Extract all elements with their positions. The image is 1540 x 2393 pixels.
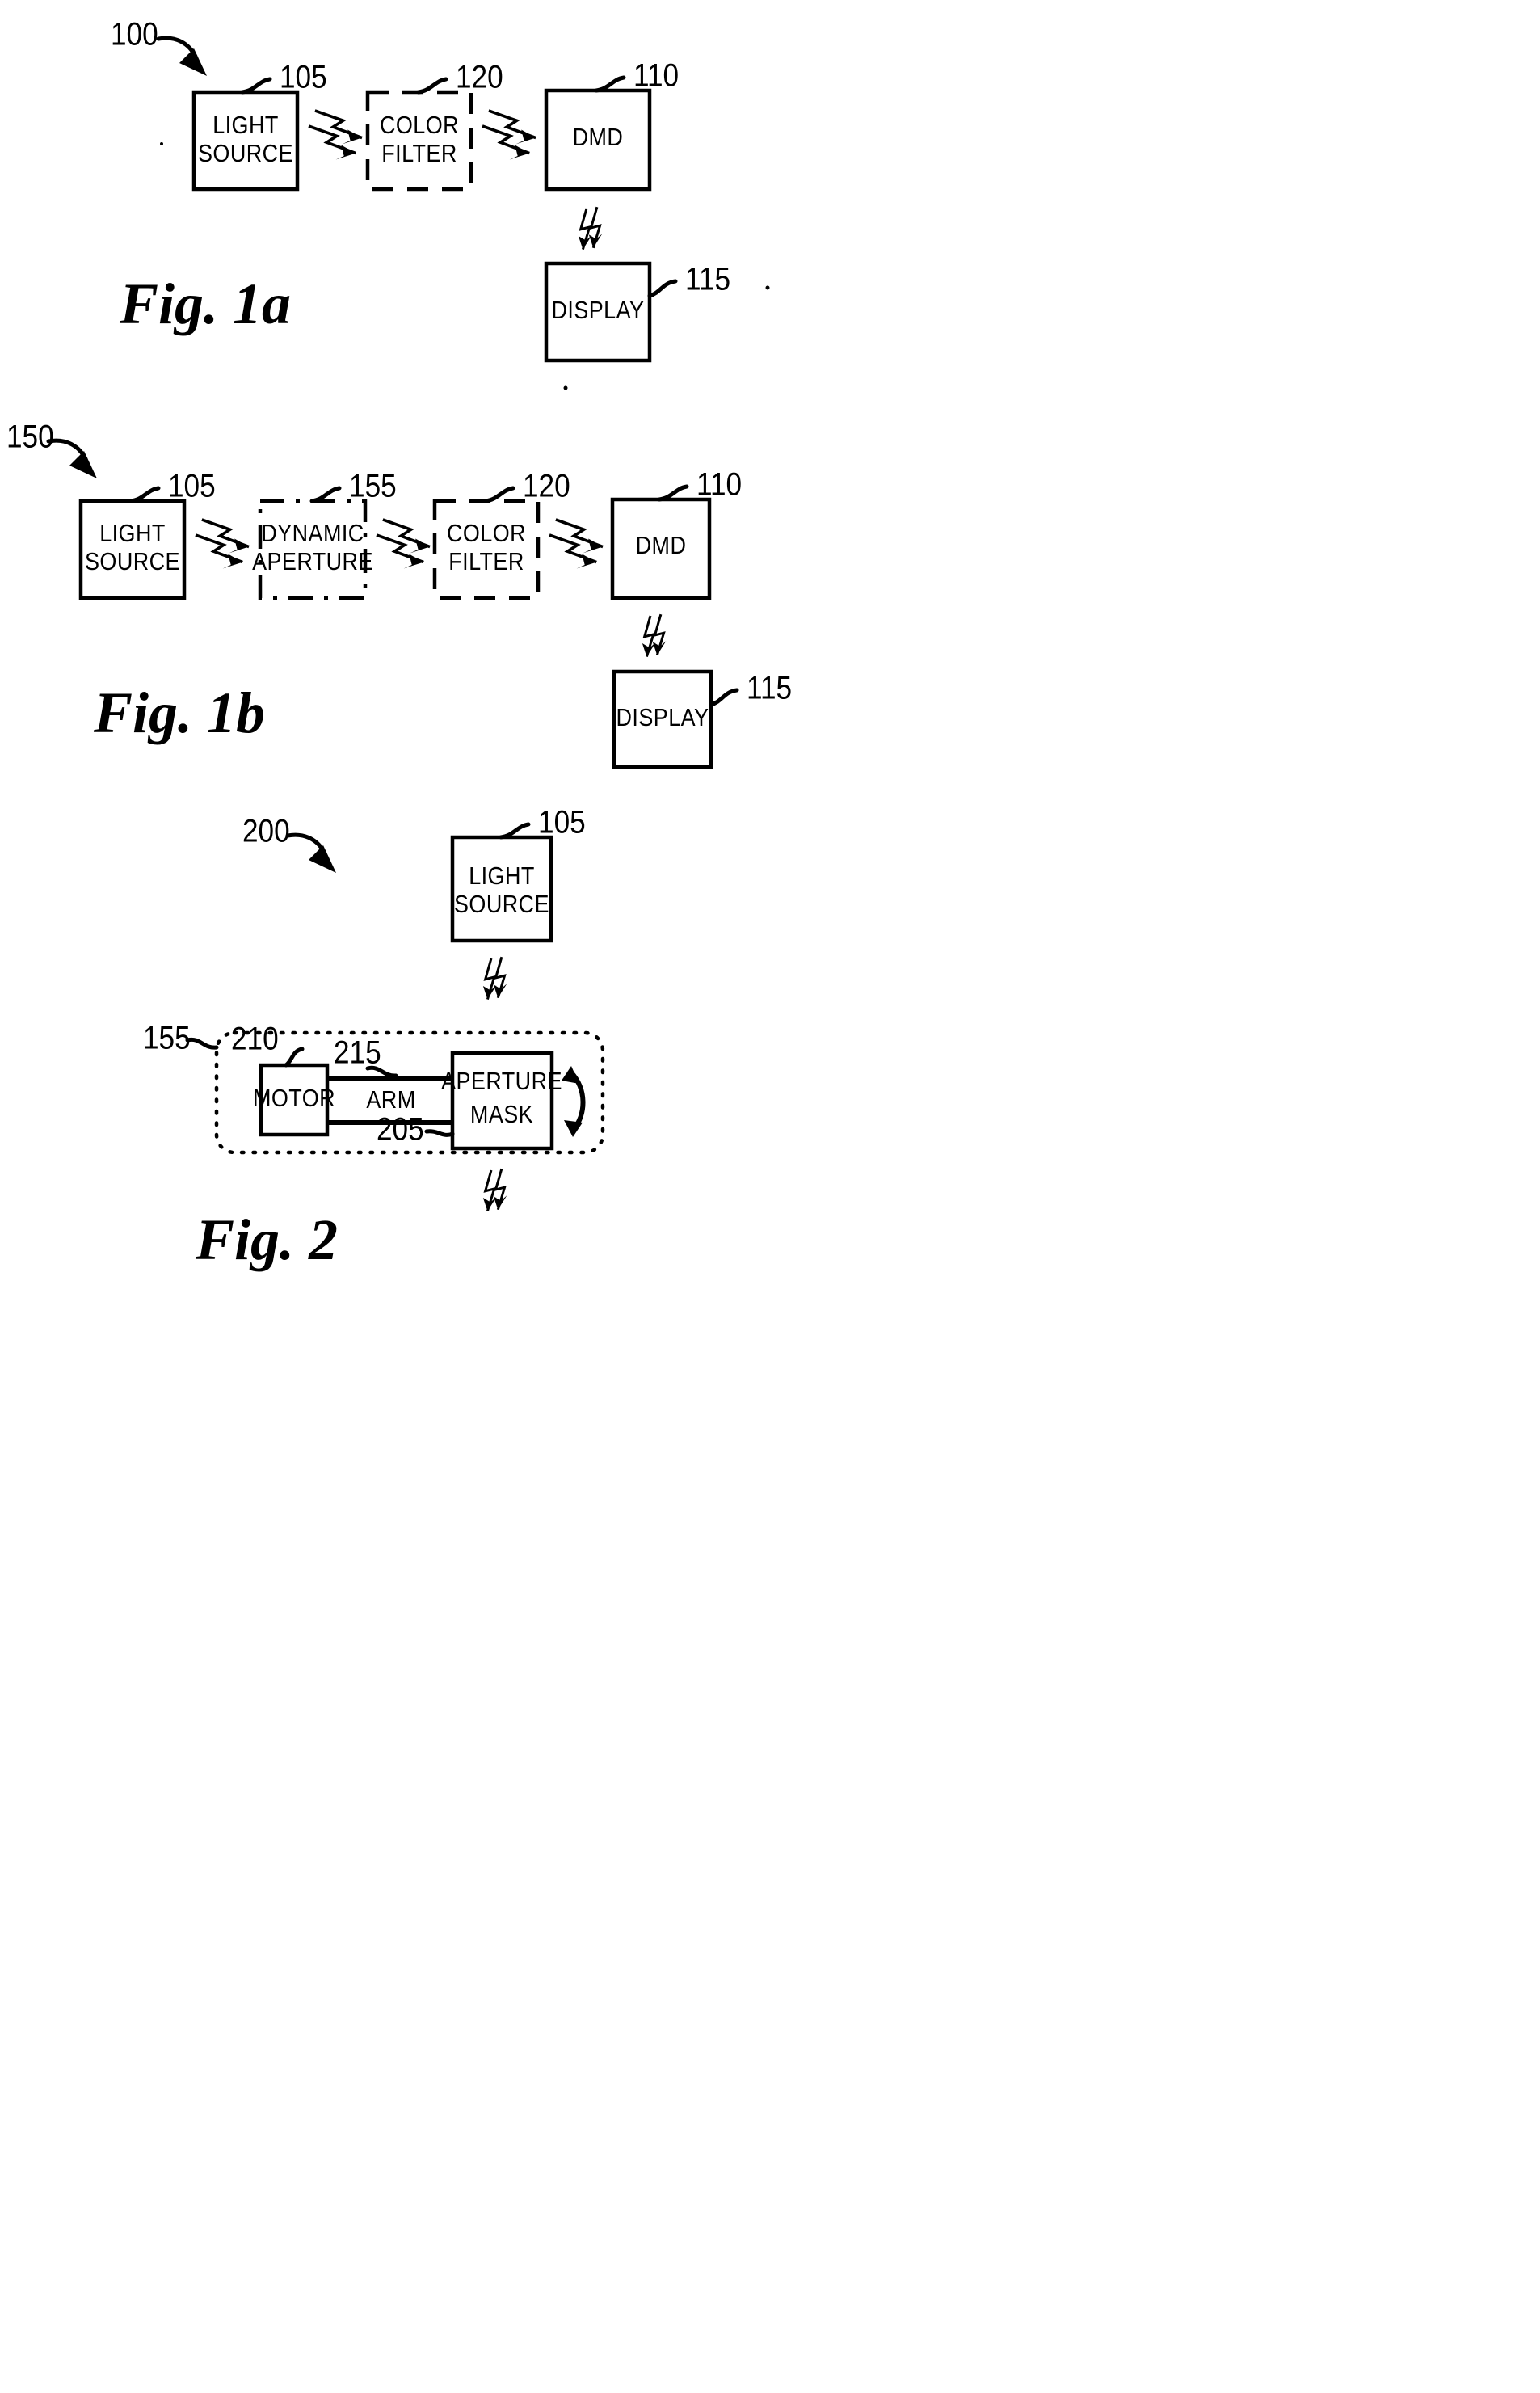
ref-205: 205 [377,1110,424,1147]
ref-105-leader-1b [128,486,161,503]
ref-115-leader-1a [647,279,678,298]
ref-155-leader-1b [309,486,342,503]
ref-100-arrowhead [179,48,207,76]
block-light-source-1a: LIGHT SOURCE 105 [191,58,327,192]
light-source-label-line1: LIGHT [469,863,535,891]
ref-115-1b: 115 [747,669,792,706]
ref-200: 200 [242,812,290,849]
ref-120-leader-1b [483,486,515,503]
figure-1a-caption: Fig. 1a [119,272,291,336]
ref-120-leader-1a [416,77,448,95]
figure-2-caption: Fig. 2 [195,1207,338,1272]
block-display-1a: DISPLAY 115 [544,260,730,363]
ref-105-2: 105 [538,803,586,840]
ref-110-leader-1a [594,75,626,93]
dmd-label: DMD [636,533,687,560]
ref-155-2: 155 [143,1019,191,1055]
figure-1b: 150 LIGHT SOURCE 105 DYNAMIC APERTURE 15… [6,418,792,769]
aperture-mask-label-line1: APERTURE [441,1068,562,1096]
beam-source-to-aperture-2 [482,955,508,1001]
ref-105-1b: 105 [168,467,216,503]
ref-155-leader-2 [185,1037,219,1050]
block-motor: MOTOR 210 [231,1020,335,1137]
beam-dmd-to-display-1b [641,613,667,659]
display-label: DISPLAY [552,297,645,325]
ref-100: 100 [111,15,158,52]
light-source-label-line2: SOURCE [454,891,549,919]
ref-115-leader-1b [709,688,739,707]
figure-2: 200 LIGHT SOURCE 105 155 MOTOR 210 ARM 2… [143,803,605,1272]
figure-1b-caption: Fig. 1b [93,680,265,745]
ref-215: 215 [334,1034,381,1070]
ref-205-leader [424,1129,455,1137]
color-filter-label-line2: FILTER [381,141,457,168]
figure-1a: 100 LIGHT SOURCE 105 COLOR FILTER 120 DM… [111,15,770,390]
ref-110-1b: 110 [696,466,742,502]
ref-120-1a: 120 [456,58,503,95]
ref-200-arrowhead [309,845,336,873]
block-dmd-1b: DMD 110 [610,466,742,600]
ref-110-leader-1b [657,484,689,502]
page-speck [160,142,163,145]
ref-110-1a: 110 [633,57,679,93]
block-display-1b: DISPLAY 115 [612,669,792,769]
block-light-source-1b: LIGHT SOURCE 105 [78,467,216,600]
ref-105-leader-1a [240,77,272,95]
ref-155-1b: 155 [349,467,397,503]
aperture-mask-label-line2: MASK [470,1102,533,1129]
light-source-label-line1: LIGHT [99,520,166,548]
mask-rotation-arrowhead-bottom [564,1120,583,1137]
ref-105-leader-2 [499,822,531,840]
display-label: DISPLAY [616,705,709,732]
ref-105-1a: 105 [280,58,327,95]
ref-210-leader [284,1047,305,1068]
dynamic-aperture-label-line2: APERTURE [252,549,373,576]
mask-rotation-arrow [562,1066,586,1137]
beam-aperture-to-filter-1b [375,518,431,571]
color-filter-label-line1: COLOR [447,520,526,548]
ref-120-1b: 120 [523,467,570,503]
page-speck [765,285,770,290]
beam-filter-to-dmd-1b [548,518,604,571]
beam-source-to-aperture-1b [194,518,250,571]
light-source-label-line2: SOURCE [85,549,180,576]
ref-150: 150 [6,418,54,454]
patent-figure-sheet: 100 LIGHT SOURCE 105 COLOR FILTER 120 DM… [0,0,1540,2393]
mask-rotation-arrowhead-top [562,1066,579,1084]
beam-dmd-to-display-1a [577,205,604,251]
motor-label: MOTOR [253,1085,335,1113]
block-arm: ARM 215 [327,1034,452,1125]
beam-aperture-output-2 [482,1167,508,1213]
figure-canvas: 100 LIGHT SOURCE 105 COLOR FILTER 120 DM… [6,15,792,1272]
ref-150-arrowhead [69,451,97,478]
beam-source-to-filter-1a [307,109,364,162]
ref-210: 210 [231,1020,279,1056]
dynamic-aperture-label-line1: DYNAMIC [261,520,364,548]
block-color-filter-1b: COLOR FILTER 120 [432,467,570,600]
beam-filter-to-dmd-1a [481,109,537,162]
color-filter-label-line1: COLOR [380,112,459,140]
block-light-source-2: LIGHT SOURCE 105 [450,803,586,943]
block-dynamic-aperture-1b: DYNAMIC APERTURE 155 [252,467,397,600]
light-source-label-line1: LIGHT [212,112,279,140]
block-color-filter-1a: COLOR FILTER 120 [365,58,503,192]
dmd-label: DMD [573,124,624,152]
color-filter-label-line2: FILTER [448,549,524,576]
ref-115-1a: 115 [685,260,730,297]
block-dmd-1a: DMD 110 [544,57,679,192]
page-speck [563,385,568,390]
light-source-label-line2: SOURCE [198,141,293,168]
